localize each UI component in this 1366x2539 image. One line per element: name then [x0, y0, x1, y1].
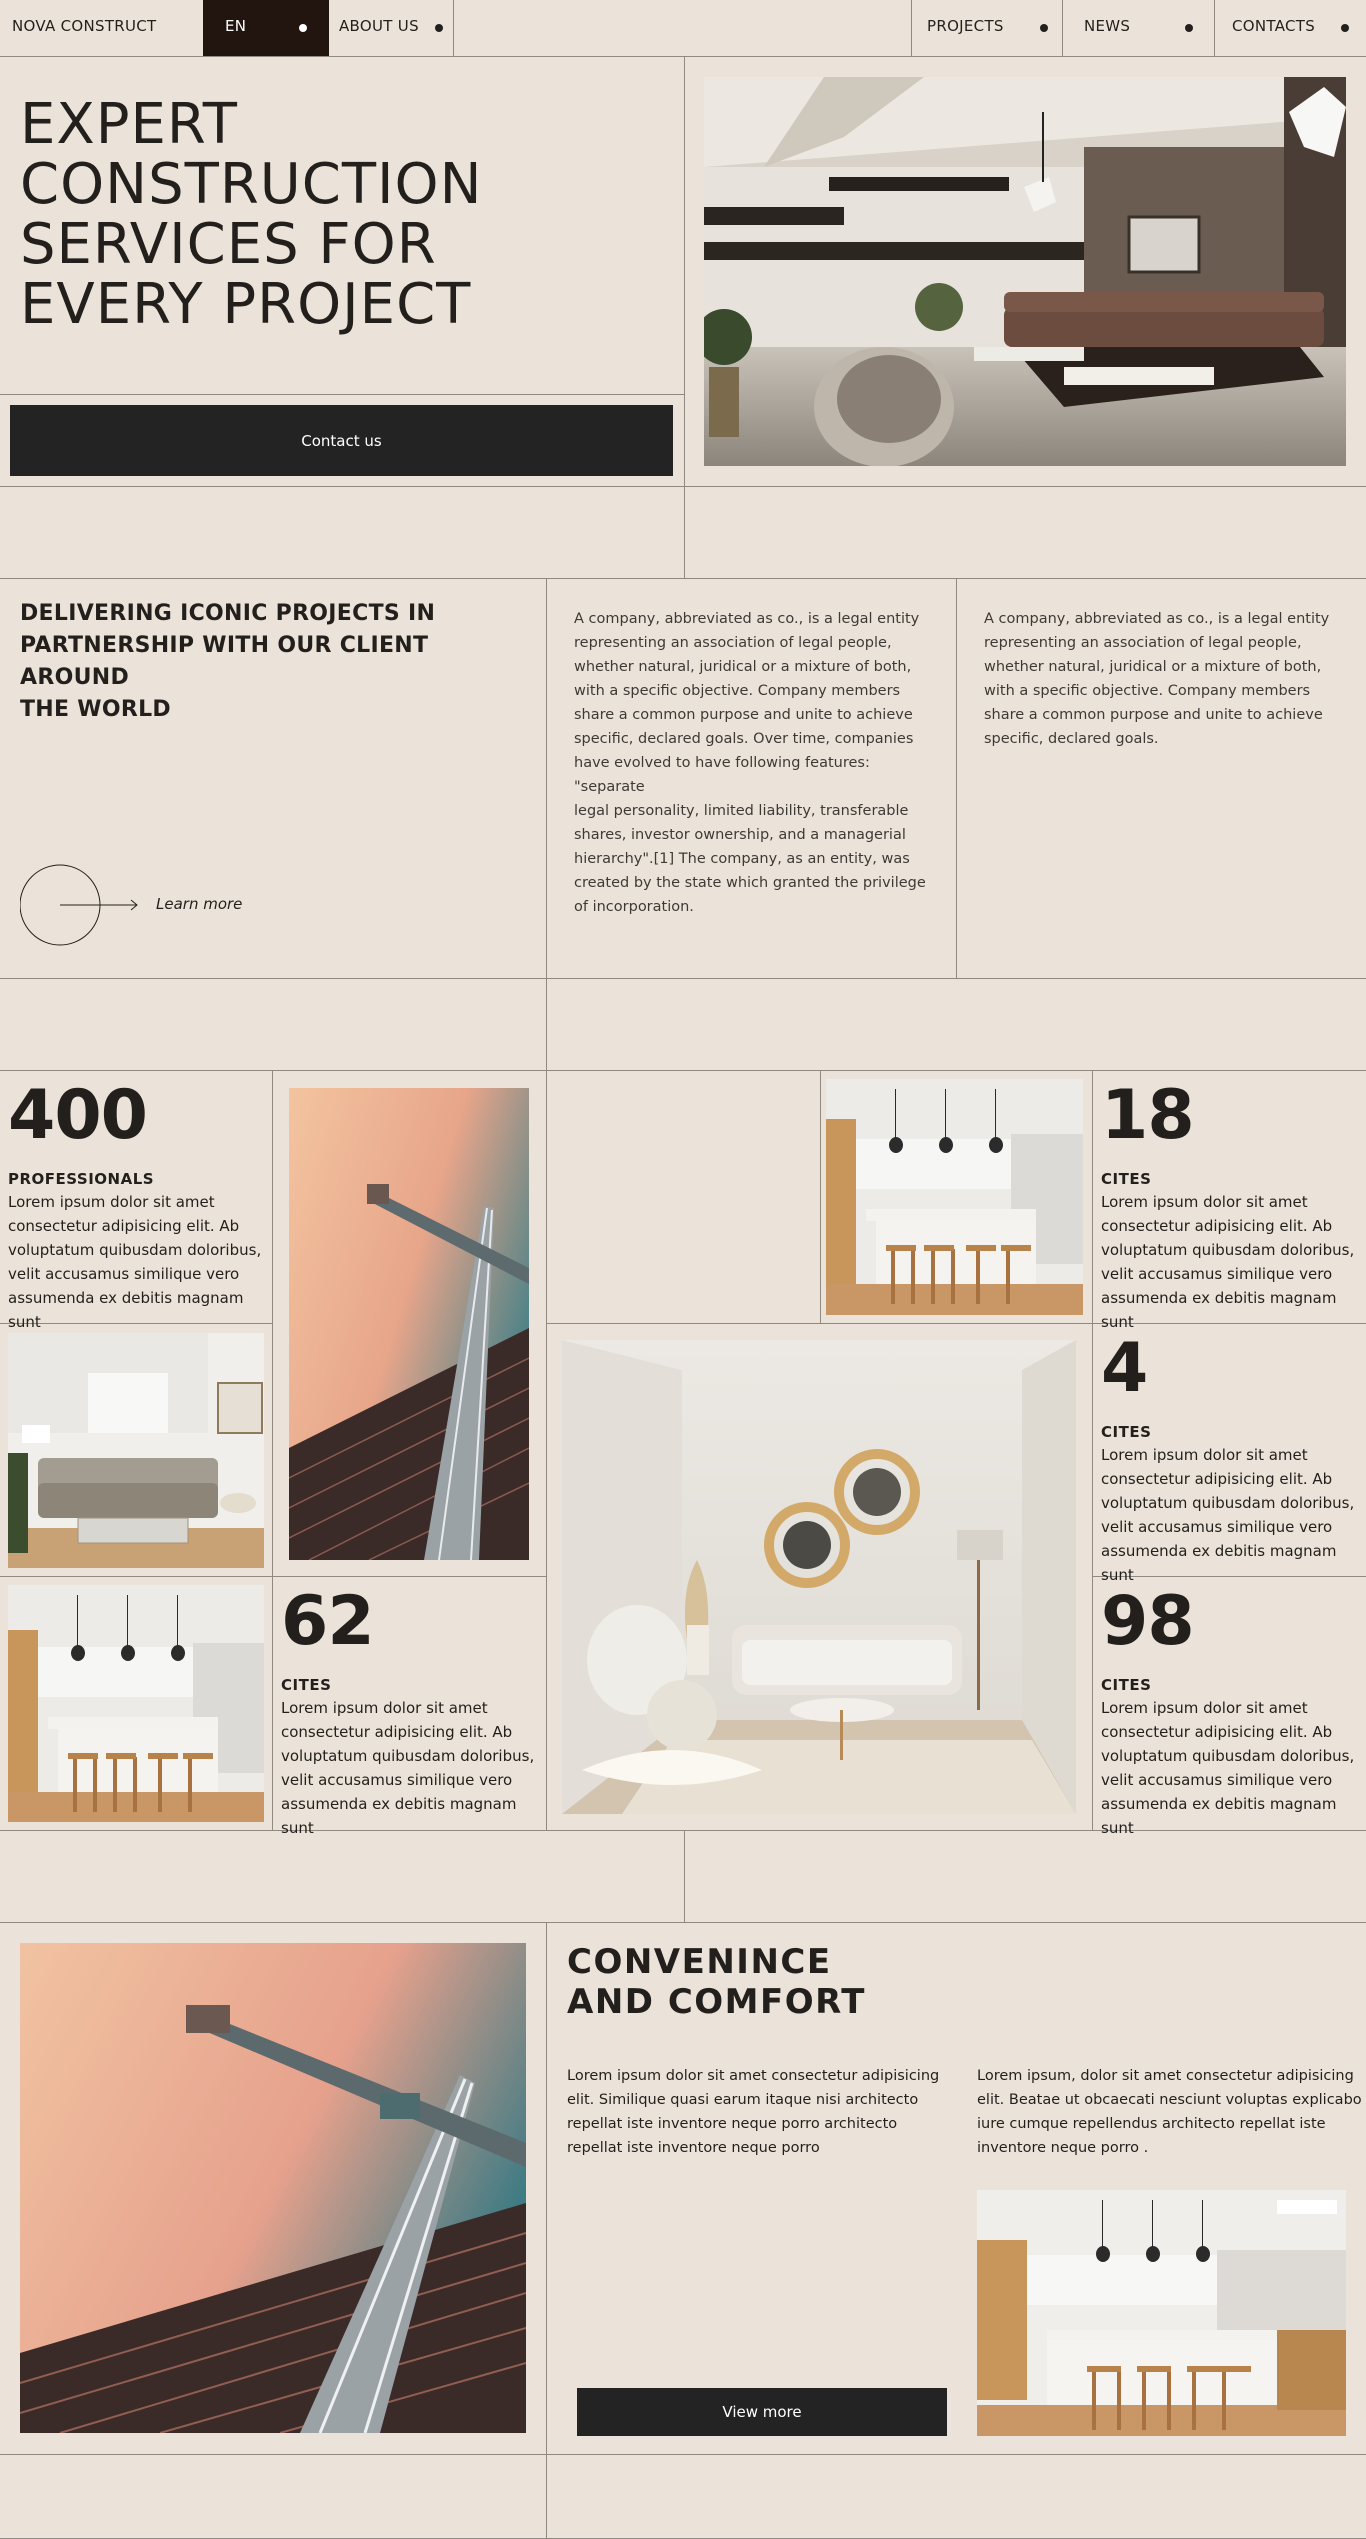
bullet-icon — [1040, 24, 1048, 32]
nav-projects[interactable]: PROJECTS — [911, 0, 1063, 56]
stat-number: 98 — [1101, 1582, 1195, 1661]
stat-description: Lorem ipsum dolor sit amet consectetur ad… — [1101, 1193, 1355, 1331]
stat-description: Lorem ipsum dolor sit amet consectetur ad… — [8, 1193, 262, 1331]
stat-description: Lorem ipsum dolor sit amet consectetur ad… — [1101, 1699, 1355, 1837]
nav-projects-label: PROJECTS — [927, 17, 1004, 35]
about-text-column-2: A company, abbreviated as co., is a lega… — [984, 611, 1330, 747]
comfort-text-column-1: Lorem ipsum dolor sit amet consectetur a… — [567, 2068, 940, 2156]
kitchen-image-2 — [8, 1585, 264, 1822]
stat-number: 62 — [281, 1582, 375, 1661]
stat-number: 4 — [1101, 1329, 1148, 1408]
stat-description: Lorem ipsum dolor sit amet consectetur ad… — [1101, 1446, 1355, 1584]
living-room-image-small — [8, 1333, 264, 1568]
nav-news-label: NEWS — [1084, 17, 1131, 35]
view-more-button[interactable]: View more — [577, 2388, 947, 2436]
stat-cites-98: 98 CITES Lorem ipsum dolor sit amet conse… — [1101, 1588, 1363, 1840]
contact-us-button[interactable]: Contact us — [10, 405, 673, 476]
nav-about-label: ABOUT US — [339, 17, 419, 35]
about-heading: DELIVERING ICONIC PROJECTS IN PARTNERSHI… — [20, 601, 436, 722]
crane-image-large — [20, 1943, 526, 2433]
brand-logo[interactable]: NOVA CONSTRUCT — [12, 17, 157, 35]
stat-cites-4: 4 CITES Lorem ipsum dolor sit amet consec… — [1101, 1335, 1363, 1587]
stat-label: CITES — [1101, 1676, 1152, 1694]
hero-living-room-image — [704, 77, 1346, 466]
bullet-icon — [1185, 24, 1193, 32]
language-button[interactable]: EN — [203, 0, 329, 56]
kitchen-image-1 — [826, 1079, 1083, 1315]
comfort-heading: CONVENINCE AND COMFORT — [567, 1942, 866, 2022]
about-text-column-1: A company, abbreviated as co., is a lega… — [574, 611, 926, 915]
stat-cites-62: 62 CITES Lorem ipsum dolor sit amet conse… — [281, 1588, 543, 1840]
stat-label: PROFESSIONALS — [8, 1170, 155, 1188]
language-label: EN — [225, 17, 247, 35]
bullet-icon — [1341, 24, 1349, 32]
nav-contacts[interactable]: CONTACTS — [1215, 0, 1366, 56]
nav-about-us[interactable]: ABOUT US — [329, 0, 454, 56]
stat-number: 18 — [1101, 1076, 1195, 1155]
stat-description: Lorem ipsum dolor sit amet consectetur ad… — [281, 1699, 535, 1837]
nav-contacts-label: CONTACTS — [1232, 17, 1316, 35]
stat-cites-18: 18 CITES Lorem ipsum dolor sit amet conse… — [1101, 1082, 1363, 1334]
learn-more-label: Learn more — [156, 895, 243, 913]
bullet-icon — [299, 24, 307, 32]
living-room-image-large — [562, 1340, 1076, 1814]
stat-number: 400 — [8, 1076, 148, 1155]
kitchen-image-3 — [977, 2190, 1346, 2436]
hero-title: EXPERT CONSTRUCTION SERVICES FOR EVERY P… — [20, 92, 483, 337]
nav-news[interactable]: NEWS — [1063, 0, 1215, 56]
stat-professionals: 400 PROFESSIONALS Lorem ipsum dolor sit … — [8, 1082, 270, 1334]
stat-label: CITES — [1101, 1423, 1152, 1441]
comfort-text-column-2: Lorem ipsum, dolor sit amet consectetur … — [977, 2068, 1362, 2156]
crane-image — [289, 1088, 529, 1560]
learn-more-link[interactable]: Learn more — [20, 864, 250, 946]
stat-label: CITES — [1101, 1170, 1152, 1188]
bullet-icon — [435, 24, 443, 32]
stat-label: CITES — [281, 1676, 332, 1694]
